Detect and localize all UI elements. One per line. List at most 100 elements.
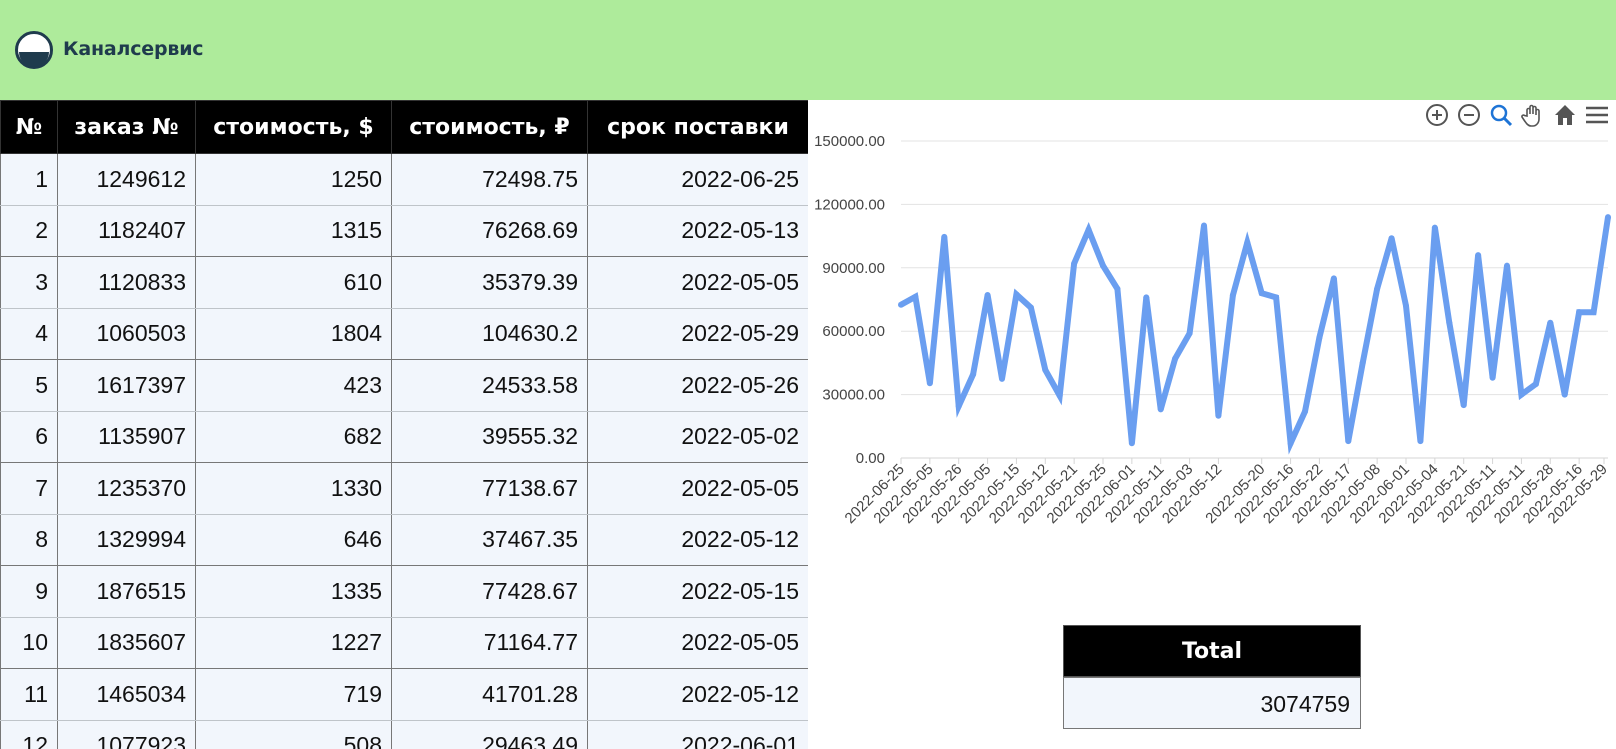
table-row: 2 1182407 1315 76268.69 2022-05-13 bbox=[0, 204, 808, 257]
data-point bbox=[1446, 319, 1453, 326]
table-cell: 2022-05-12 bbox=[587, 513, 808, 566]
y-tick-label: 150000.00 bbox=[814, 133, 885, 150]
table-row: 9 1876515 1335 77428.67 2022-05-15 bbox=[0, 565, 808, 618]
data-point bbox=[1403, 302, 1409, 309]
data-point bbox=[1071, 260, 1078, 267]
table-cell: 1250 bbox=[195, 153, 392, 206]
table-cell: 1 bbox=[0, 153, 58, 206]
data-point bbox=[1287, 440, 1294, 447]
data-point bbox=[1186, 330, 1193, 337]
data-point bbox=[1489, 374, 1496, 381]
data-point bbox=[1345, 438, 1352, 445]
table-cell: 10 bbox=[0, 616, 58, 669]
table-cell: 646 bbox=[195, 513, 392, 566]
table-cell: 1182407 bbox=[57, 204, 196, 257]
data-point bbox=[1561, 391, 1568, 398]
table-cell: 37467.35 bbox=[391, 513, 588, 566]
table-cell: 423 bbox=[195, 359, 392, 412]
y-tick-label: 30000.00 bbox=[822, 387, 885, 404]
table-row: 4 1060503 1804 104630.2 2022-05-29 bbox=[0, 307, 808, 360]
table-cell: 2022-06-25 bbox=[587, 153, 808, 206]
table-cell: 2 bbox=[0, 204, 58, 257]
table-cell: 2022-06-01 bbox=[587, 719, 808, 749]
data-point bbox=[1172, 355, 1179, 362]
data-point bbox=[1201, 222, 1207, 229]
table-row: 1 1249612 1250 72498.75 2022-06-25 bbox=[0, 153, 808, 206]
table-cell: 2022-05-26 bbox=[587, 359, 808, 412]
table-cell: 1617397 bbox=[57, 359, 196, 412]
table-row: 3 1120833 610 35379.39 2022-05-05 bbox=[0, 256, 808, 309]
line-chart: 0.00 30000.00 60000.00 90000.00 120000.00 150… bbox=[814, 133, 1611, 527]
data-point bbox=[1215, 412, 1222, 419]
table-cell: 3 bbox=[0, 256, 58, 309]
table-cell: 2022-05-12 bbox=[587, 668, 808, 721]
data-point bbox=[1229, 292, 1236, 299]
table-cell: 4 bbox=[0, 307, 58, 360]
data-point bbox=[1518, 391, 1525, 398]
table-cell: 2022-05-05 bbox=[587, 616, 808, 669]
data-point bbox=[1027, 304, 1034, 311]
column-header: № bbox=[0, 100, 58, 154]
table-cell: 71164.77 bbox=[391, 616, 588, 669]
table-cell: 1315 bbox=[195, 204, 392, 257]
table-cell: 1876515 bbox=[57, 565, 196, 618]
data-point bbox=[1417, 438, 1424, 445]
table-row: 7 1235370 1330 77138.67 2022-05-05 bbox=[0, 462, 808, 515]
data-point bbox=[1316, 334, 1323, 341]
table-cell: 682 bbox=[195, 410, 392, 463]
table-cell: 104630.2 bbox=[391, 307, 588, 360]
data-point bbox=[1013, 291, 1020, 298]
brand-name: Каналсервис bbox=[63, 38, 204, 60]
app-header: Каналсервис bbox=[0, 0, 1616, 100]
table-cell: 39555.32 bbox=[391, 410, 588, 463]
y-tick-label: 0.00 bbox=[856, 450, 885, 467]
table-cell: 77138.67 bbox=[391, 462, 588, 515]
table-row: 8 1329994 646 37467.35 2022-05-12 bbox=[0, 513, 808, 566]
data-point bbox=[1244, 239, 1251, 246]
table-cell: 35379.39 bbox=[391, 256, 588, 309]
data-point bbox=[1475, 252, 1482, 259]
table-cell: 2022-05-05 bbox=[587, 256, 808, 309]
table-cell: 2022-05-05 bbox=[587, 462, 808, 515]
data-point bbox=[1504, 262, 1510, 269]
table-cell: 2022-05-29 bbox=[587, 307, 808, 360]
data-point bbox=[1157, 406, 1164, 413]
data-point bbox=[898, 301, 904, 308]
y-tick-label: 60000.00 bbox=[822, 323, 885, 340]
table-cell: 76268.69 bbox=[391, 204, 588, 257]
data-point bbox=[984, 291, 991, 298]
data-point bbox=[1143, 294, 1150, 301]
logo-icon bbox=[15, 31, 53, 69]
data-point bbox=[1302, 408, 1308, 415]
table-cell: 9 bbox=[0, 565, 58, 618]
table-row: 6 1135907 682 39555.32 2022-05-02 bbox=[0, 410, 808, 463]
data-point bbox=[1359, 359, 1366, 366]
table-cell: 12 bbox=[0, 719, 58, 749]
column-header: стоимость, $ bbox=[195, 100, 392, 154]
table-cell: 2022-05-02 bbox=[587, 410, 808, 463]
data-point bbox=[1576, 309, 1583, 316]
data-point bbox=[1273, 294, 1280, 301]
table-cell: 1077923 bbox=[57, 719, 196, 749]
table-cell: 1120833 bbox=[57, 256, 196, 309]
data-point bbox=[955, 403, 962, 410]
orders-table: № заказ № стоимость, $ стоимость, ₽ срок пос… bbox=[0, 100, 808, 749]
data-point bbox=[1128, 440, 1135, 447]
column-header: стоимость, ₽ bbox=[391, 100, 588, 154]
data-point bbox=[1590, 309, 1597, 316]
table-header-row: № заказ № стоимость, $ стоимость, ₽ срок пос… bbox=[0, 100, 808, 154]
table-cell: 77428.67 bbox=[391, 565, 588, 618]
data-point bbox=[1605, 214, 1611, 221]
data-point bbox=[999, 375, 1005, 382]
table-cell: 7 bbox=[0, 462, 58, 515]
data-point bbox=[1374, 285, 1381, 292]
table-cell: 1060503 bbox=[57, 307, 196, 360]
table-cell: 1330 bbox=[195, 462, 392, 515]
data-point bbox=[1547, 319, 1554, 326]
table-cell: 719 bbox=[195, 668, 392, 721]
data-point bbox=[1330, 275, 1337, 282]
table-cell: 508 bbox=[195, 719, 392, 749]
table-cell: 1465034 bbox=[57, 668, 196, 721]
table-cell: 1335 bbox=[195, 565, 392, 618]
total-box: Total 3074759 bbox=[1063, 625, 1361, 729]
